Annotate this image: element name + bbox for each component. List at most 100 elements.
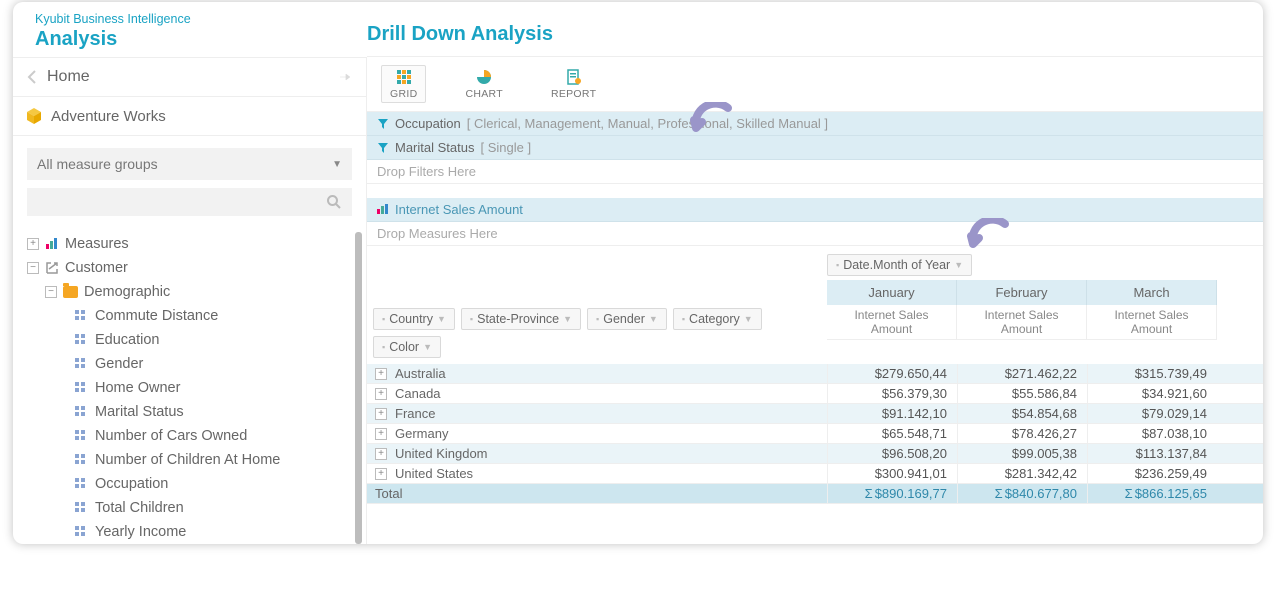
sort-icon: ▪ (836, 260, 839, 270)
data-cell: $55.586,84 (957, 384, 1087, 403)
caret-down-icon: ▼ (437, 314, 446, 324)
cube-selector[interactable]: Adventure Works (13, 97, 366, 136)
data-cell: $96.508,20 (827, 444, 957, 463)
filter-values: [ Single ] (480, 140, 531, 155)
measure-pill[interactable]: Internet Sales Amount (367, 198, 1263, 222)
tree-label: Commute Distance (95, 308, 218, 324)
sort-icon: ▪ (596, 314, 599, 324)
tree-attribute[interactable]: Commute Distance (27, 304, 366, 328)
tree-attribute[interactable]: Number of Cars Owned (27, 424, 366, 448)
column-header-measure: Internet Sales Amount (827, 305, 957, 340)
pivot-header: ▪Country▼▪State-Province▼▪Gender▼▪Catego… (367, 250, 1263, 364)
expand-icon[interactable]: + (375, 388, 387, 400)
tree-label: Demographic (84, 284, 170, 300)
column-header-month[interactable]: March (1087, 280, 1217, 305)
search-input-wrap[interactable] (27, 188, 352, 216)
arrow-decoration-icon (688, 102, 736, 142)
table-row[interactable]: +France$91.142,10$54.854,68$79.029,14 (367, 404, 1263, 424)
column-header-month[interactable]: February (957, 280, 1087, 305)
report-button[interactable]: REPORT (542, 65, 605, 103)
row-label: +France (367, 404, 827, 423)
report-icon (565, 68, 583, 86)
tree-attribute[interactable]: Occupation (27, 472, 366, 496)
caret-down-icon: ▼ (954, 260, 963, 270)
data-cell: $34.921,60 (1087, 384, 1217, 403)
tree-label: Occupation (95, 476, 168, 492)
data-cell: $113.137,84 (1087, 444, 1217, 463)
tree-label: Marital Status (95, 404, 184, 420)
tree-attribute[interactable]: Education (27, 328, 366, 352)
measure-groups-dropdown[interactable]: All measure groups ▼ (27, 148, 352, 180)
expand-icon[interactable]: + (27, 238, 39, 250)
main-area: Home Adventure Works All measure groups … (13, 57, 1263, 544)
data-cell: Σ$866.125,65 (1087, 484, 1217, 503)
tree-measures[interactable]: + Measures (27, 232, 366, 256)
row-label: +Australia (367, 364, 827, 383)
data-cell: $271.462,22 (957, 364, 1087, 383)
tree-attribute[interactable]: Home Owner (27, 376, 366, 400)
tree-customer[interactable]: − Customer (27, 256, 366, 280)
collapse-icon[interactable]: − (27, 262, 39, 274)
attribute-icon (75, 406, 87, 418)
tree-attribute[interactable]: Marital Status (27, 400, 366, 424)
tree-attribute[interactable]: Total Children (27, 496, 366, 520)
expand-icon[interactable]: + (375, 408, 387, 420)
cube-label: Adventure Works (51, 108, 166, 125)
search-input[interactable] (37, 194, 326, 210)
tree-demographic[interactable]: − Demographic (27, 280, 366, 304)
filter-pill[interactable]: Marital Status[ Single ] (367, 136, 1263, 160)
tree-label: Measures (65, 236, 129, 252)
app-window: Kyubit Business Intelligence Analysis Ho… (13, 2, 1263, 544)
table-row[interactable]: +Canada$56.379,30$55.586,84$34.921,60 (367, 384, 1263, 404)
tree-attribute[interactable]: Number of Children At Home (27, 448, 366, 472)
table-row[interactable]: +Australia$279.650,44$271.462,22$315.739… (367, 364, 1263, 384)
drop-filters-zone[interactable]: Drop Filters Here (367, 160, 1263, 184)
expand-icon[interactable]: + (375, 368, 387, 380)
row-dimension-pill[interactable]: ▪Gender▼ (587, 308, 667, 330)
tree-attribute[interactable]: Yearly Income (27, 520, 366, 544)
table-row[interactable]: +United Kingdom$96.508,20$99.005,38$113.… (367, 444, 1263, 464)
tree-attribute[interactable]: Gender (27, 352, 366, 376)
filter-pill[interactable]: Occupation[ Clerical, Management, Manual… (367, 112, 1263, 136)
table-row[interactable]: +United States$300.941,01$281.342,42$236… (367, 464, 1263, 484)
drop-measures-zone[interactable]: Drop Measures Here (367, 222, 1263, 246)
attribute-icon (75, 358, 87, 370)
expand-icon[interactable]: + (375, 428, 387, 440)
pill-label: Gender (603, 312, 645, 326)
scrollbar-vertical[interactable] (355, 232, 362, 544)
column-dimension-pill[interactable]: ▪ Date.Month of Year ▼ (827, 254, 972, 276)
grid-icon (395, 68, 413, 86)
column-header-month[interactable]: January (827, 280, 957, 305)
data-cell: $236.259,49 (1087, 464, 1217, 483)
view-toolbar: GRID CHART REPORT (367, 56, 1263, 112)
row-dimension-pill[interactable]: ▪Country▼ (373, 308, 455, 330)
expand-icon[interactable]: + (375, 448, 387, 460)
expand-icon[interactable]: + (375, 468, 387, 480)
pill-label: Category (689, 312, 740, 326)
data-cell: Σ$890.169,77 (827, 484, 957, 503)
attribute-icon (75, 430, 87, 442)
filter-icon (377, 118, 389, 130)
pill-label: Date.Month of Year (843, 258, 950, 272)
row-label: +Canada (367, 384, 827, 403)
data-cell: $281.342,42 (957, 464, 1087, 483)
breadcrumb-home[interactable]: Home (13, 57, 366, 97)
chart-button[interactable]: CHART (456, 65, 511, 103)
tree-label: Customer (65, 260, 128, 276)
data-cell: $87.038,10 (1087, 424, 1217, 443)
attribute-icon (75, 478, 87, 490)
table-row[interactable]: +Germany$65.548,71$78.426,27$87.038,10 (367, 424, 1263, 444)
row-dimension-pill[interactable]: ▪Color▼ (373, 336, 441, 358)
table-total-row: TotalΣ$890.169,77Σ$840.677,80Σ$866.125,6… (367, 484, 1263, 504)
pin-icon[interactable] (338, 70, 352, 84)
collapse-icon[interactable]: − (45, 286, 57, 298)
row-dimension-pill[interactable]: ▪State-Province▼ (461, 308, 581, 330)
dimension-tree: + Measures − Customer − Demogra (13, 226, 366, 544)
data-cell: Σ$840.677,80 (957, 484, 1087, 503)
row-dimension-pill[interactable]: ▪Category▼ (673, 308, 762, 330)
column-header-measure: Internet Sales Amount (1087, 305, 1217, 340)
row-label: Total (367, 484, 827, 503)
grid-button[interactable]: GRID (381, 65, 426, 103)
measure-name: Internet Sales Amount (395, 202, 523, 217)
back-icon (27, 70, 37, 84)
